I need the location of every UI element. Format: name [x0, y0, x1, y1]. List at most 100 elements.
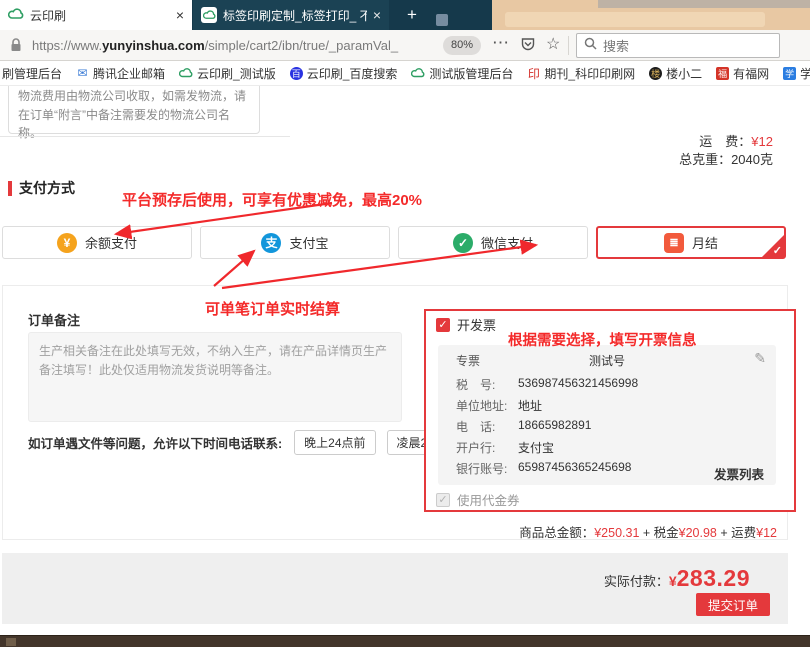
weight-row: 总克重：2040克	[679, 151, 773, 169]
screen-bottom-edge	[0, 635, 810, 647]
freight-amount: ¥12	[756, 526, 777, 540]
order-totals: 商品总金额：¥250.31 + 税金¥20.98 + 运费¥12	[519, 522, 777, 541]
bookmarks-bar: 刷管理后台 ✉腾讯企业邮箱 云印刷_测试版 百云印刷_百度搜索 测试版管理后台 …	[0, 61, 810, 86]
invoice-info-card: 专票 测试号 ✎ 税 号:536987456321456998 单位地址:地址 …	[438, 345, 776, 485]
search-icon	[584, 37, 597, 55]
payment-section-title: 支付方式	[8, 181, 75, 196]
bookmark-test-admin-backend[interactable]: 测试版管理后台	[411, 65, 513, 82]
contact-before-midnight-button[interactable]: 晚上24点前	[294, 430, 375, 455]
new-tab-button[interactable]: +	[400, 3, 424, 27]
desktop-window-blur	[505, 12, 765, 27]
wechat-pay-icon: ✓	[453, 233, 473, 253]
goods-total: ¥250.31	[594, 526, 639, 540]
tab-title: 云印刷	[30, 7, 170, 24]
desktop-icon-blur	[436, 14, 448, 26]
coupon-row: ✓ 使用代金券	[436, 490, 520, 509]
invoice-address-row: 单位地址:地址	[456, 397, 542, 414]
tab-title: 标签印刷定制_标签打印_ 不干胶	[223, 7, 367, 24]
bookmark-louxiaoer[interactable]: 楼楼小二	[649, 65, 702, 82]
tab-bar: 云印刷 × 标签印刷定制_标签打印_ 不干胶 × +	[0, 0, 810, 30]
invoice-tax-row: 税 号:536987456321456998	[456, 376, 638, 393]
logistics-notice-tooltip: 物流费用由物流公司收取，如需发物流，请在订单“附言”中备注需要发的物流公司名称。	[8, 86, 260, 134]
bank-name: 支付宝	[518, 439, 554, 456]
search-input[interactable]: 搜索	[576, 33, 780, 58]
zoom-level-badge[interactable]: 80%	[443, 36, 481, 55]
toolbar-separator	[568, 36, 569, 55]
bookmark-star-icon[interactable]: ☆	[546, 34, 560, 54]
annotation-prestore-discount: 平台预存后使用，可享有优惠减免，最高20%	[122, 189, 422, 210]
url-text[interactable]: https://www.yunyinshua.com/simple/cart2/…	[32, 38, 398, 53]
freight-value: ¥12	[751, 134, 773, 149]
bookmark-xuehui[interactable]: 学学汇网	[783, 65, 810, 82]
bookmark-tencent-mail[interactable]: ✉腾讯企业邮箱	[76, 65, 165, 82]
address-bar[interactable]: https://www.yunyinshua.com/simple/cart2/…	[0, 30, 810, 61]
weight-value: 2040克	[731, 152, 773, 167]
order-note-input[interactable]	[28, 332, 402, 422]
mail-icon: ✉	[76, 67, 89, 80]
louxiaoer-icon: 楼	[649, 67, 662, 80]
tax-number: 536987456321456998	[518, 376, 638, 393]
edit-icon[interactable]: ✎	[754, 350, 766, 367]
invoice-list-link[interactable]: 发票列表	[714, 464, 764, 483]
search-placeholder: 搜索	[603, 36, 629, 55]
page-actions-icon[interactable]: ⋯	[492, 33, 509, 53]
bank-account: 65987456365245698	[518, 460, 631, 477]
bookmark-baidu-search[interactable]: 百云印刷_百度搜索	[290, 65, 398, 82]
coupon-label: 使用代金券	[457, 490, 520, 509]
payment-alipay-button[interactable]: 支 支付宝	[200, 226, 390, 259]
close-icon[interactable]: ×	[373, 8, 381, 22]
shipping-summary: 运 费：¥12 总克重：2040克	[679, 133, 773, 169]
screen: 云印刷 × 标签印刷定制_标签打印_ 不干胶 × + https://www.y…	[0, 0, 810, 647]
cloud-logo-icon	[201, 7, 217, 23]
lock-icon[interactable]	[10, 38, 22, 57]
cloud-logo-icon	[8, 8, 24, 23]
checkout-footer: 实际付款： ¥ 283.29 提交订单	[2, 553, 788, 624]
pocket-icon[interactable]	[521, 37, 535, 56]
section-divider	[0, 136, 290, 137]
invoice-checkbox-row: ✓ 开发票	[436, 315, 496, 334]
money-bag-icon: ¥	[57, 233, 77, 253]
invoice-account-row: 银行账号:65987456365245698	[456, 460, 631, 477]
currency-symbol: ¥	[669, 573, 677, 589]
tab-label-printing[interactable]: 标签印刷定制_标签打印_ 不干胶 ×	[193, 0, 389, 30]
page-content: 物流费用由物流公司收取，如需发物流，请在订单“附言”中备注需要发的物流公司名称。…	[0, 86, 810, 635]
invoice-phone-row: 电 话:18665982891	[456, 418, 591, 435]
bookmark-admin-backend[interactable]: 刷管理后台	[2, 65, 62, 82]
tax-amount: ¥20.98	[679, 526, 717, 540]
youfu-icon: 福	[716, 67, 729, 80]
coupon-checkbox[interactable]: ✓	[436, 493, 450, 507]
bookmark-youfu[interactable]: 福有福网	[716, 65, 769, 82]
check-icon: ✓	[773, 244, 782, 257]
freight-row: 运 费：¥12	[679, 133, 773, 151]
close-icon[interactable]: ×	[176, 8, 184, 22]
invoice-bank-row: 开户行:支付宝	[456, 439, 554, 456]
alipay-icon: 支	[261, 233, 281, 253]
bookmark-keyin-print[interactable]: 印期刊_科印印刷网	[527, 65, 635, 82]
actual-payment-amount: 283.29	[677, 565, 750, 592]
baidu-icon: 百	[290, 67, 303, 80]
company-address: 地址	[518, 397, 542, 414]
submit-order-button[interactable]: 提交订单	[696, 593, 770, 616]
invoice-title: 测试号	[438, 352, 776, 369]
cloud-icon	[179, 67, 193, 80]
desktop-window-blur	[598, 0, 810, 8]
invoice-checkbox-label: 开发票	[457, 315, 496, 334]
contact-time-label: 如订单遇文件等问题，允许以下时间电话联系:	[28, 433, 282, 452]
annotation-invoice-info: 根据需要选择，填写开票信息	[508, 329, 697, 350]
payment-monthly-button[interactable]: ≣ 月结 ✓	[596, 226, 786, 259]
annotation-realtime-settle: 可单笔订单实时结算	[205, 298, 340, 319]
tab-yunyinshua[interactable]: 云印刷 ×	[0, 0, 192, 30]
payment-balance-button[interactable]: ¥ 余额支付	[2, 226, 192, 259]
cloud-icon	[411, 67, 425, 80]
print-seal-icon: 印	[527, 67, 540, 80]
payment-wechat-button[interactable]: ✓ 微信支付	[398, 226, 588, 259]
bookmark-yunyinshua-test[interactable]: 云印刷_测试版	[179, 65, 276, 82]
order-note-label: 订单备注	[28, 310, 80, 329]
actual-payment-line: 实际付款： ¥ 283.29	[604, 565, 750, 592]
screen-bottom-detail	[6, 638, 16, 646]
coins-icon: ≣	[664, 233, 684, 253]
phone-number: 18665982891	[518, 418, 591, 435]
url-domain: yunyinshua.com	[102, 38, 205, 53]
invoice-checkbox[interactable]: ✓	[436, 318, 450, 332]
xuehui-icon: 学	[783, 67, 796, 80]
